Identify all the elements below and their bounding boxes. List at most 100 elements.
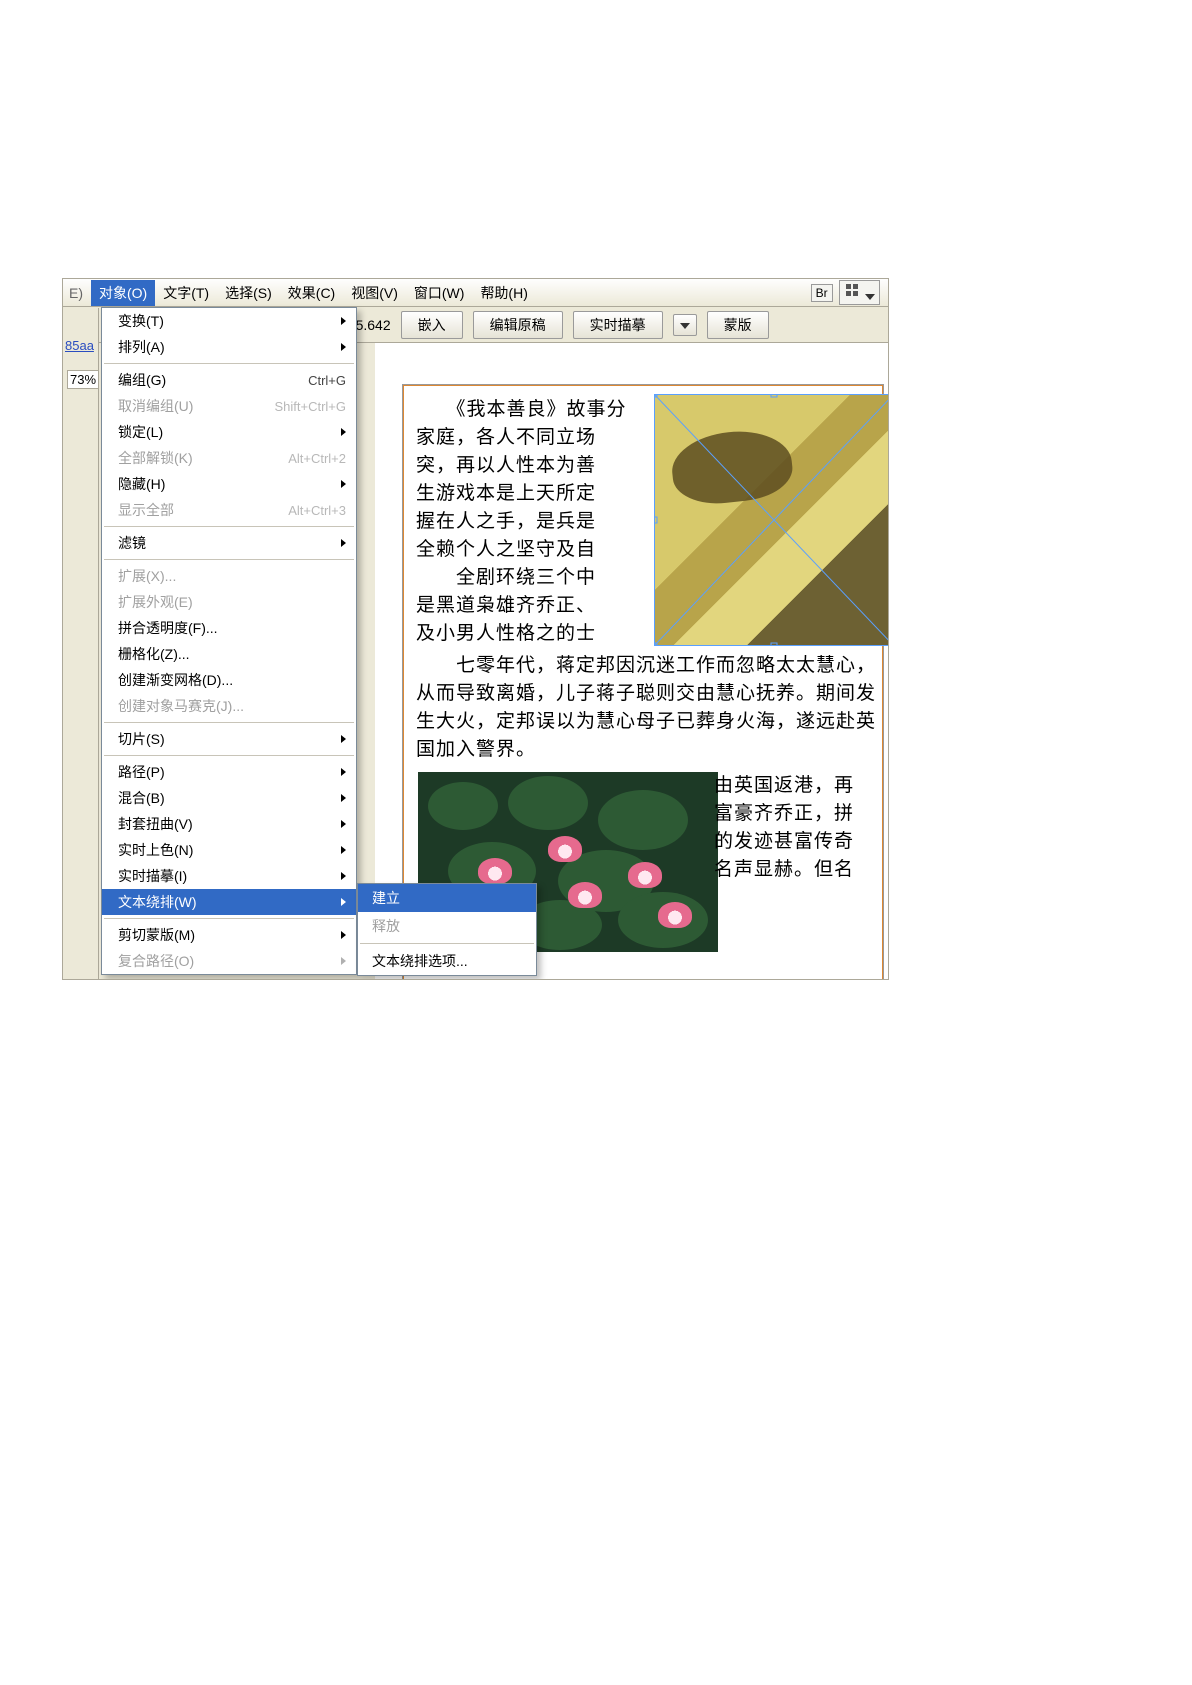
menu-item-label: 实时描摹(I)	[118, 866, 335, 886]
menu-item[interactable]: 锁定(L)	[102, 419, 356, 445]
menu-item-label: 文本绕排(W)	[118, 892, 335, 912]
text-line: 全剧环绕三个中	[416, 564, 636, 592]
menu-item: 创建对象马赛克(J)...	[102, 693, 356, 719]
menu-type[interactable]: 文字(T)	[155, 280, 217, 306]
object-menu: 变换(T) 排列(A) 编组(G) Ctrl+G 取消编组(U)Shift+Ctrl+G…	[101, 307, 357, 975]
menu-item[interactable]: 切片(S)	[102, 726, 356, 752]
text-line: 的发迹甚富传奇	[714, 828, 889, 856]
submenu-arrow-icon	[341, 872, 346, 880]
submenu-item[interactable]: 文本绕排选项...	[358, 947, 536, 975]
submenu-arrow-icon	[341, 317, 346, 325]
menu-item-label: 取消编组(U)	[118, 396, 260, 416]
chevron-down-icon	[680, 323, 690, 329]
text-wrap-submenu: 建立释放文本绕排选项...	[357, 883, 537, 976]
submenu-arrow-icon	[341, 343, 346, 351]
submenu-arrow-icon	[341, 735, 346, 743]
menu-select[interactable]: 选择(S)	[217, 280, 280, 306]
menu-item-label: 封套扭曲(V)	[118, 814, 335, 834]
menu-item-label: 复合路径(O)	[118, 951, 335, 971]
text-line: 《我本善良》故事分	[416, 396, 636, 424]
menu-item[interactable]: 混合(B)	[102, 785, 356, 811]
menu-item: 全部解锁(K) Alt+Ctrl+2	[102, 445, 356, 471]
menu-item-label: 变换(T)	[118, 311, 335, 331]
file-tab[interactable]: 85aa	[65, 338, 94, 353]
menu-item[interactable]: 实时描摹(I)	[102, 863, 356, 889]
menu-item-label: 栅格化(Z)...	[118, 644, 346, 664]
menu-object[interactable]: 对象(O)	[91, 280, 155, 306]
menu-item: 取消编组(U)Shift+Ctrl+G	[102, 393, 356, 419]
menu-item[interactable]: 封套扭曲(V)	[102, 811, 356, 837]
submenu-arrow-icon	[341, 480, 346, 488]
menu-item-label: 混合(B)	[118, 788, 335, 808]
workspace-switcher[interactable]	[839, 280, 880, 305]
menu-item-label: 锁定(L)	[118, 422, 335, 442]
menu-item[interactable]: 编组(G) Ctrl+G	[102, 367, 356, 393]
text-line: 突，再以人性本为善	[416, 452, 636, 480]
menu-item-label: 创建对象马赛克(J)...	[118, 696, 346, 716]
menu-item-label: 切片(S)	[118, 729, 335, 749]
menu-window[interactable]: 窗口(W)	[406, 280, 473, 306]
menu-item-label: 路径(P)	[118, 762, 335, 782]
zoom-readout[interactable]: 73%	[67, 370, 99, 389]
live-trace-button[interactable]: 实时描摹	[573, 311, 663, 339]
menu-item[interactable]: 变换(T)	[102, 308, 356, 334]
submenu-arrow-icon	[341, 794, 346, 802]
menu-item[interactable]: 文本绕排(W)	[102, 889, 356, 915]
placed-image[interactable]	[654, 394, 889, 646]
menu-item-label: 显示全部	[118, 500, 274, 520]
mask-button[interactable]: 蒙版	[707, 311, 769, 339]
submenu-arrow-icon	[341, 539, 346, 547]
menu-item-label: 拼合透明度(F)...	[118, 618, 346, 638]
app-window: E) 对象(O) 文字(T) 选择(S) 效果(C) 视图(V) 窗口(W) 帮…	[62, 278, 889, 980]
menu-item[interactable]: 拼合透明度(F)...	[102, 615, 356, 641]
text-line: 由英国返港，再	[714, 772, 889, 800]
menu-cut-left: E)	[67, 282, 91, 304]
right-text: 由英国返港，再富豪齐乔正，拼的发迹甚富传奇名声显赫。但名	[714, 772, 889, 884]
text-line: 全赖个人之坚守及自	[416, 536, 636, 564]
menu-item-shortcut: Alt+Ctrl+2	[288, 451, 346, 466]
menu-item-label: 排列(A)	[118, 337, 335, 357]
live-trace-dropdown[interactable]	[673, 314, 697, 336]
submenu-item: 释放	[358, 912, 536, 940]
text-line: 家庭，各人不同立场	[416, 424, 636, 452]
menu-item[interactable]: 剪切蒙版(M)	[102, 922, 356, 948]
menubar: E) 对象(O) 文字(T) 选择(S) 效果(C) 视图(V) 窗口(W) 帮…	[63, 279, 888, 307]
menu-item[interactable]: 实时上色(N)	[102, 837, 356, 863]
grid-icon	[844, 282, 862, 300]
submenu-item[interactable]: 建立	[358, 884, 536, 912]
menu-item: 显示全部 Alt+Ctrl+3	[102, 497, 356, 523]
menu-item[interactable]: 滤镜	[102, 530, 356, 556]
menu-view[interactable]: 视图(V)	[343, 280, 406, 306]
menu-item[interactable]: 隐藏(H)	[102, 471, 356, 497]
text-line: 富豪齐乔正，拼	[714, 800, 889, 828]
submenu-arrow-icon	[341, 820, 346, 828]
text-line: 生游戏本是上天所定	[416, 480, 636, 508]
menu-item-label: 编组(G)	[118, 370, 294, 390]
menu-item-label: 扩展(X)...	[118, 566, 346, 586]
menu-item[interactable]: 路径(P)	[102, 759, 356, 785]
submenu-arrow-icon	[341, 846, 346, 854]
chevron-down-icon	[865, 294, 875, 300]
menu-help[interactable]: 帮助(H)	[472, 280, 535, 306]
menu-item-label: 剪切蒙版(M)	[118, 925, 335, 945]
embed-button[interactable]: 嵌入	[401, 311, 463, 339]
menu-item-shortcut: Ctrl+G	[308, 373, 346, 388]
submenu-arrow-icon	[341, 931, 346, 939]
text-line: 是黑道枭雄齐乔正、	[416, 592, 636, 620]
menu-item: 扩展外观(E)	[102, 589, 356, 615]
menu-item-label: 扩展外观(E)	[118, 592, 346, 612]
submenu-arrow-icon	[341, 957, 346, 965]
menu-item[interactable]: 创建渐变网格(D)...	[102, 667, 356, 693]
menu-item-label: 实时上色(N)	[118, 840, 335, 860]
menu-item[interactable]: 栅格化(Z)...	[102, 641, 356, 667]
edit-original-button[interactable]: 编辑原稿	[473, 311, 563, 339]
menu-item-shortcut: Alt+Ctrl+3	[288, 503, 346, 518]
submenu-arrow-icon	[341, 428, 346, 436]
submenu-arrow-icon	[341, 898, 346, 906]
image-content	[654, 394, 889, 646]
text-line: 握在人之手，是兵是	[416, 508, 636, 536]
menu-item-label: 全部解锁(K)	[118, 448, 274, 468]
bridge-button[interactable]: Br	[811, 284, 833, 302]
menu-item[interactable]: 排列(A)	[102, 334, 356, 360]
menu-effect[interactable]: 效果(C)	[280, 280, 343, 306]
